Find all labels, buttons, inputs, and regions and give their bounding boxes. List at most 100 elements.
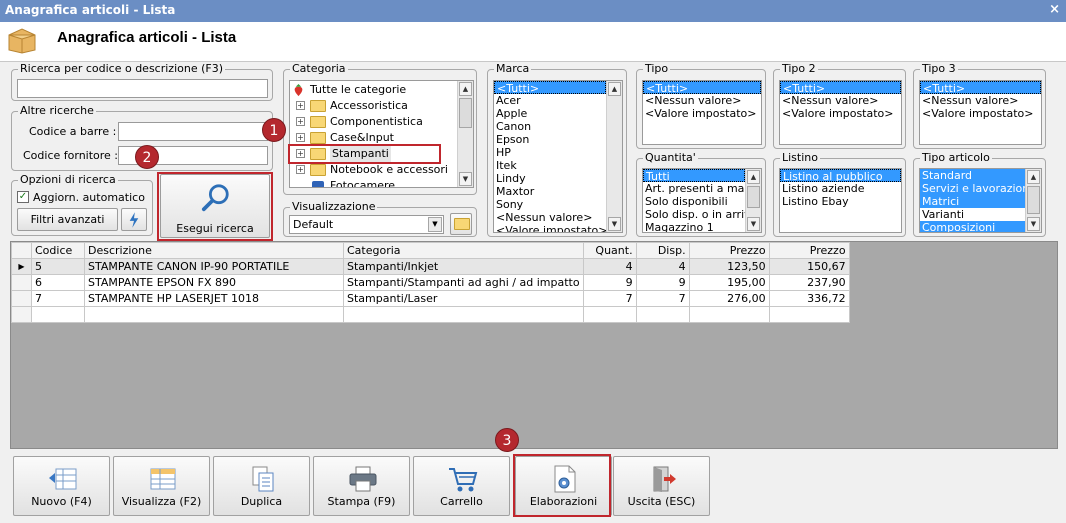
list-item[interactable]: Lindy [494, 172, 606, 185]
table-row[interactable]: 7 STAMPANTE HP LASERJET 1018 Stampanti/Las… [11, 290, 850, 307]
list-item[interactable]: <Valore impostato> [780, 107, 901, 120]
list-item[interactable]: Apple [494, 107, 606, 120]
expand-icon[interactable]: + [296, 133, 305, 142]
uscita-button[interactable]: Uscita (ESC) [613, 456, 710, 516]
list-item[interactable]: Acer [494, 94, 606, 107]
auto-update-checkbox[interactable]: ✓ [17, 191, 29, 203]
list-item[interactable]: Solo disp. o in arrivo [643, 208, 745, 221]
list-item[interactable]: <Valore impostato> [643, 107, 761, 120]
tipo2-listbox[interactable]: <Tutti> <Nessun valore> <Valore impostato> [779, 80, 902, 145]
list-item[interactable]: <Nessun valore> [494, 211, 606, 224]
list-item[interactable]: Composizioni [920, 221, 1025, 232]
open-folder-button[interactable] [450, 213, 472, 235]
scroll-thumb[interactable] [1027, 186, 1040, 214]
scroll-down-icon[interactable]: ▼ [459, 172, 472, 186]
scroll-thumb[interactable] [747, 186, 760, 208]
list-item[interactable]: Listino aziende [780, 182, 901, 195]
search-input[interactable] [17, 79, 268, 98]
col-header-descrizione[interactable]: Descrizione [84, 242, 344, 259]
table-cell: 7 [635, 290, 690, 307]
list-item[interactable]: <Tutti> [920, 81, 1041, 94]
list-item[interactable]: HP [494, 146, 606, 159]
duplica-button[interactable]: Duplica [213, 456, 310, 516]
list-item[interactable]: Magazzino 1 [643, 221, 745, 232]
highlight-frame-search [157, 172, 273, 241]
table-row[interactable]: 6 STAMPANTE EPSON FX 890 Stampanti/Stampan… [11, 274, 850, 291]
table-cell: 7 [31, 290, 85, 307]
quantita-scrollbar[interactable]: ▲ ▼ [745, 169, 761, 232]
brand-scrollbar[interactable]: ▲ ▼ [606, 81, 622, 232]
col-header-disp[interactable]: Disp. [635, 242, 690, 259]
advanced-filters-button[interactable]: Filtri avanzati [17, 208, 118, 231]
list-item[interactable]: Standard [920, 169, 1025, 182]
list-item[interactable]: Tutti [643, 169, 745, 182]
col-header-prezzo[interactable]: Prezzo [688, 242, 770, 259]
col-header-prezzo-ivato[interactable]: Prezzo [768, 242, 850, 259]
col-header-categoria[interactable]: Categoria [343, 242, 584, 259]
view-select[interactable]: Default ▼ [289, 215, 444, 234]
list-item[interactable]: <Nessun valore> [920, 94, 1041, 107]
carrello-button[interactable]: Carrello [413, 456, 510, 516]
list-item[interactable]: Listino al pubblico [780, 169, 901, 182]
results-grid[interactable]: Codice Descrizione Categoria Quant. Disp… [10, 241, 1058, 449]
scroll-up-icon[interactable]: ▲ [747, 170, 760, 184]
list-item[interactable]: Epson [494, 133, 606, 146]
stampa-button[interactable]: Stampa (F9) [313, 456, 410, 516]
col-header-codice[interactable]: Codice [31, 242, 85, 259]
list-item[interactable]: <Valore impostato> [920, 107, 1041, 120]
list-item[interactable]: <Nessun valore> [780, 94, 901, 107]
chevron-down-icon[interactable]: ▼ [428, 217, 442, 232]
list-item[interactable]: <Valore impostato> [494, 224, 606, 232]
scroll-down-icon[interactable]: ▼ [747, 217, 760, 231]
table-cell [343, 306, 584, 323]
list-item[interactable]: Itek [494, 159, 606, 172]
tree-item-label: Fotocamere [330, 179, 396, 188]
list-item[interactable]: <Tutti> [494, 81, 606, 94]
tipo3-listbox[interactable]: <Tutti> <Nessun valore> <Valore impostato> [919, 80, 1042, 145]
scroll-down-icon[interactable]: ▼ [608, 217, 621, 231]
scroll-down-icon[interactable]: ▼ [1027, 217, 1040, 231]
tipo-articolo-listbox[interactable]: Standard Servizi e lavorazioni Matrici Vari… [919, 168, 1042, 233]
visualizza-button[interactable]: Visualizza (F2) [113, 456, 210, 516]
lightning-button[interactable] [121, 208, 147, 231]
list-item[interactable]: <Nessun valore> [643, 94, 761, 107]
quantita-listbox[interactable]: TuttiArt. presenti a magazzinoSolo dispo… [642, 168, 762, 233]
tipo-articolo-group: Tipo articolo Standard Servizi e lavorazi… [913, 151, 1046, 237]
quantita-group: Quantita' TuttiArt. presenti a magazzino… [636, 151, 766, 237]
close-icon[interactable]: × [1049, 2, 1060, 17]
cart-icon [449, 468, 478, 492]
list-item[interactable]: Servizi e lavorazioni [920, 182, 1025, 195]
scroll-up-icon[interactable]: ▲ [459, 82, 472, 96]
list-item[interactable]: Canon [494, 120, 606, 133]
nuovo-button[interactable]: Nuovo (F4) [13, 456, 110, 516]
list-item[interactable]: <Tutti> [643, 81, 761, 94]
col-header-quant[interactable]: Quant. [582, 242, 637, 259]
scroll-thumb[interactable] [459, 98, 472, 128]
scroll-up-icon[interactable]: ▲ [1027, 170, 1040, 184]
list-item[interactable]: Art. presenti a magazzino [643, 182, 745, 195]
tipo-listbox[interactable]: <Tutti> <Nessun valore> <Valore impostato> [642, 80, 762, 145]
list-item[interactable]: Maxtor [494, 185, 606, 198]
list-item[interactable]: Matrici [920, 195, 1025, 208]
brand-listbox[interactable]: <Tutti> Acer Apple Canon Epson HP Itek Lindy Max… [493, 80, 623, 233]
list-item[interactable]: Listino Ebay [780, 195, 901, 208]
tipo-articolo-scrollbar[interactable]: ▲ ▼ [1025, 169, 1041, 232]
barcode-field[interactable] [118, 122, 268, 141]
expand-icon[interactable]: + [296, 165, 305, 174]
table-row-empty[interactable] [11, 306, 850, 323]
scroll-up-icon[interactable]: ▲ [608, 82, 621, 96]
auto-update-label: Aggiorn. automatico [33, 191, 145, 204]
table-row[interactable]: ▶ 5 STAMPANTE CANON IP-90 PORTATILE Stampan… [11, 258, 850, 275]
category-tree[interactable]: Tutte le categorie + Accessoristica + Co… [289, 80, 474, 188]
expand-icon[interactable]: + [296, 117, 305, 126]
expand-icon[interactable]: + [296, 101, 305, 110]
list-item[interactable]: Solo disponibili [643, 195, 745, 208]
list-item[interactable]: Varianti [920, 208, 1025, 221]
list-item[interactable]: <Tutti> [780, 81, 901, 94]
grid-corner [11, 242, 32, 259]
listino-listbox[interactable]: Listino al pubblico Listino aziende Listin… [779, 168, 902, 233]
category-scrollbar[interactable]: ▲ ▼ [457, 81, 473, 187]
row-indicator-icon [11, 290, 32, 307]
list-item[interactable]: Sony [494, 198, 606, 211]
duplicate-icon [252, 466, 274, 492]
